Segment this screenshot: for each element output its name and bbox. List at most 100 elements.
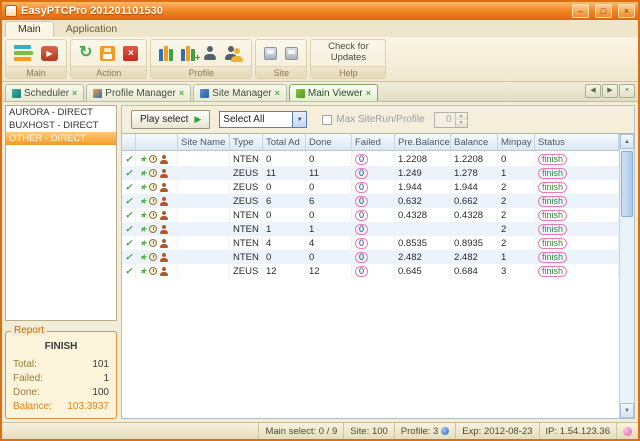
column-header-type[interactable]: Type bbox=[230, 134, 263, 150]
cell-site-name bbox=[178, 194, 230, 208]
cell-site-name bbox=[178, 152, 230, 166]
cell-minpay: 2 bbox=[498, 194, 535, 208]
cell-balance: 1.2208 bbox=[451, 152, 498, 166]
tab-close-icon[interactable] bbox=[72, 89, 77, 98]
column-header-done[interactable]: Done bbox=[306, 134, 352, 150]
cell-minpay: 2 bbox=[498, 222, 535, 236]
doc-tab-main-viewer[interactable]: Main Viewer bbox=[288, 84, 379, 101]
table-row[interactable]: NTEN 0 0 0 0.4328 0.4328 2 finish bbox=[122, 208, 619, 222]
user-icon[interactable] bbox=[203, 46, 216, 60]
clock-icon bbox=[149, 183, 158, 191]
report-row: Done: 100 bbox=[11, 386, 111, 400]
cell-done: 0 bbox=[306, 208, 352, 222]
tab-close-icon[interactable] bbox=[179, 89, 184, 98]
column-header-minpay[interactable]: Minpay bbox=[498, 134, 535, 150]
profile-library-icon[interactable] bbox=[159, 45, 174, 61]
close-button[interactable]: × bbox=[618, 4, 635, 18]
clock-icon bbox=[149, 239, 158, 247]
cell-type: NTEN bbox=[230, 236, 263, 250]
report-label: Balance: bbox=[13, 401, 52, 412]
play-select-button[interactable]: Play select bbox=[131, 110, 211, 129]
tabs-scroll-right-icon[interactable]: ▶ bbox=[602, 84, 618, 98]
report-value: 100 bbox=[92, 387, 109, 398]
ribbon-tab-application[interactable]: Application bbox=[54, 22, 129, 37]
table-row[interactable]: ZEUS 12 12 0 0.645 0.684 3 finish bbox=[122, 264, 619, 278]
profile-list-item[interactable]: AURORA - DIRECT bbox=[6, 106, 116, 119]
delete-icon[interactable] bbox=[123, 45, 139, 61]
minimize-button[interactable]: – bbox=[572, 4, 589, 18]
table-row[interactable]: NTEN 1 1 0 2 finish bbox=[122, 222, 619, 236]
cell-status: finish bbox=[538, 265, 568, 277]
scroll-down-icon[interactable] bbox=[620, 403, 634, 418]
refresh-icon[interactable] bbox=[79, 45, 92, 61]
doc-tab-site-manager[interactable]: Site Manager bbox=[193, 84, 287, 101]
users-group-icon[interactable] bbox=[224, 45, 243, 62]
play-select-label: Play select bbox=[140, 114, 189, 125]
max-siterun-checkbox[interactable] bbox=[322, 114, 333, 125]
person-icon bbox=[159, 224, 168, 234]
queue-list-icon[interactable] bbox=[14, 45, 33, 61]
column-header-pre-balance[interactable]: Pre.Balance bbox=[395, 134, 451, 150]
sites-grid: Site Name Type Total Ad Done Failed Pre.… bbox=[122, 133, 634, 418]
column-header-balance[interactable]: Balance bbox=[451, 134, 498, 150]
cell-pre-balance bbox=[395, 222, 451, 236]
table-row[interactable]: NTEN 4 4 0 0.8535 0.8935 2 finish bbox=[122, 236, 619, 250]
ribbon-group-profile: Profile bbox=[150, 39, 253, 79]
status-profile-count: Profile: 3 bbox=[395, 423, 457, 439]
site-tool-icon-1[interactable] bbox=[264, 46, 278, 60]
check-for-updates-button[interactable]: Check for Updates bbox=[319, 41, 377, 64]
tab-close-icon[interactable] bbox=[366, 89, 371, 98]
cell-type: NTEN bbox=[230, 250, 263, 264]
cell-type: ZEUS bbox=[230, 264, 263, 278]
scroll-up-icon[interactable] bbox=[620, 134, 634, 149]
table-row[interactable]: NTEN 0 0 0 1.2208 1.2208 0 finish bbox=[122, 152, 619, 166]
column-header[interactable] bbox=[122, 134, 136, 150]
status-ip: IP: 1.54.123.36 bbox=[540, 423, 617, 439]
maximize-button[interactable]: □ bbox=[595, 4, 612, 18]
column-header-site-name[interactable]: Site Name bbox=[178, 134, 230, 150]
doc-tab-scheduler[interactable]: Scheduler bbox=[5, 84, 85, 101]
doc-tab-label: Site Manager bbox=[212, 87, 272, 99]
table-row[interactable]: ZEUS 0 0 0 1.944 1.944 2 finish bbox=[122, 180, 619, 194]
add-profile-icon[interactable] bbox=[181, 45, 200, 64]
star-icon bbox=[139, 196, 147, 207]
cell-balance: 0.4328 bbox=[451, 208, 498, 222]
column-header[interactable] bbox=[136, 134, 178, 150]
scrollbar-thumb[interactable] bbox=[621, 151, 633, 217]
column-header-total-ad[interactable]: Total Ad bbox=[263, 134, 306, 150]
site-tool-icon-2[interactable] bbox=[285, 46, 299, 60]
doc-tab-profile-manager[interactable]: Profile Manager bbox=[86, 84, 192, 101]
vertical-scrollbar[interactable] bbox=[619, 134, 634, 418]
table-row[interactable]: ZEUS 11 11 0 1.249 1.278 1 finish bbox=[122, 166, 619, 180]
select-mode-dropdown[interactable]: Select All bbox=[219, 111, 308, 128]
cell-balance: 2.482 bbox=[451, 250, 498, 264]
cell-failed: 0 bbox=[355, 209, 369, 221]
table-row[interactable]: NTEN 0 0 0 2.482 2.482 1 finish bbox=[122, 250, 619, 264]
profile-list-item[interactable]: BUXHOST - DIRECT bbox=[6, 119, 116, 132]
play-icon bbox=[194, 114, 201, 125]
profile-list-item-selected[interactable]: OTHER - DIRECT bbox=[6, 132, 116, 145]
cell-total-ad: 0 bbox=[263, 180, 306, 194]
tabs-close-icon[interactable]: × bbox=[619, 84, 635, 98]
column-header-status[interactable]: Status bbox=[535, 134, 619, 150]
report-value: 1 bbox=[103, 373, 109, 384]
tabs-scroll-left-icon[interactable]: ◀ bbox=[585, 84, 601, 98]
cell-status: finish bbox=[538, 223, 568, 235]
save-icon[interactable] bbox=[100, 45, 116, 61]
cell-total-ad: 1 bbox=[263, 222, 306, 236]
ribbon: Main Action Profile bbox=[2, 37, 638, 82]
ribbon-group-site: Site bbox=[255, 39, 308, 79]
ribbon-tab-main[interactable]: Main bbox=[5, 21, 54, 37]
chevron-down-icon[interactable] bbox=[292, 112, 307, 127]
tab-close-icon[interactable] bbox=[275, 89, 280, 98]
cell-status: finish bbox=[538, 153, 568, 165]
profile-list: AURORA - DIRECT BUXHOST - DIRECT OTHER -… bbox=[5, 105, 117, 321]
person-icon bbox=[159, 168, 168, 178]
report-panel: Report FINISH Total: 101 Failed: 1 Done:… bbox=[5, 325, 117, 419]
check-icon bbox=[125, 252, 133, 263]
cell-type: NTEN bbox=[230, 208, 263, 222]
table-row[interactable]: ZEUS 6 6 0 0.632 0.662 2 finish bbox=[122, 194, 619, 208]
column-header-failed[interactable]: Failed bbox=[352, 134, 395, 150]
cell-pre-balance: 1.944 bbox=[395, 180, 451, 194]
run-all-icon[interactable] bbox=[41, 45, 58, 61]
